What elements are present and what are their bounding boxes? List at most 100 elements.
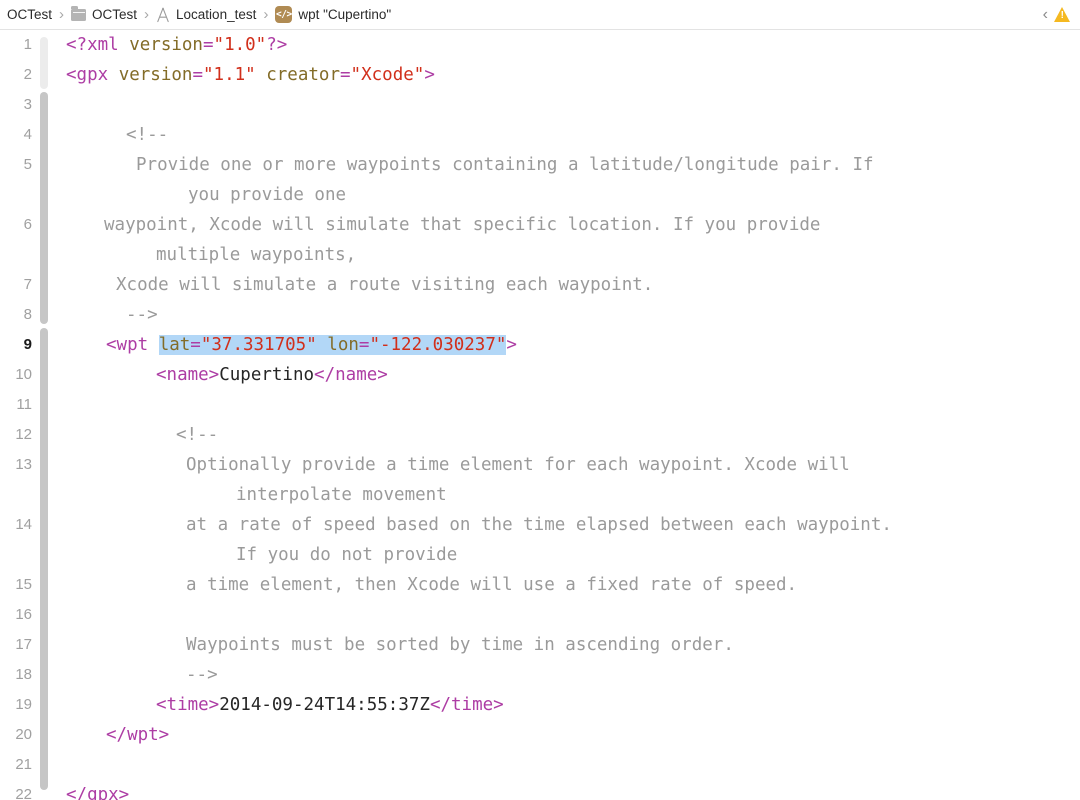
line-content: a time element, then Xcode will use a fi…: [36, 570, 1080, 600]
code-token: lon: [327, 335, 359, 355]
line-number: 6: [23, 216, 32, 233]
line-number: 21: [15, 756, 32, 773]
code-token: =: [190, 335, 201, 355]
code-token: <!--: [126, 125, 169, 145]
code-line-row[interactable]: 19 <time>2014-09-24T14:55:37Z</time>: [0, 690, 1080, 720]
code-token: -->: [126, 305, 158, 325]
warning-triangle-icon[interactable]: [1054, 7, 1070, 22]
code-line-row[interactable]: 16: [0, 600, 1080, 630]
code-line-row[interactable]: 5 Provide one or more waypoints containi…: [0, 150, 1080, 210]
code-line-row[interactable]: 18 -->: [0, 660, 1080, 690]
code-line-row[interactable]: 13 Optionally provide a time element for…: [0, 450, 1080, 510]
line-number: 1: [23, 36, 32, 53]
code-line-row[interactable]: 12 <!--: [0, 420, 1080, 450]
breadcrumb-label-project: OCTest: [7, 6, 53, 22]
code-token: lat: [158, 335, 191, 355]
line-number-current: 9: [23, 336, 32, 353]
breadcrumb-item-project[interactable]: OCTest: [4, 4, 55, 26]
code-token: 2014-09-24T14:55:37Z: [219, 695, 430, 715]
line-number: 7: [23, 276, 32, 293]
code-token: =: [340, 65, 351, 85]
code-token: "-122.030237": [369, 335, 507, 355]
line-content: Xcode will simulate a route visiting eac…: [36, 270, 1080, 300]
xcode-target-icon: [156, 7, 170, 23]
line-number: 16: [15, 606, 32, 623]
code-line-row[interactable]: 22 </gpx>: [0, 780, 1080, 800]
code-line-row[interactable]: 2 <gpx version="1.1" creator="Xcode">: [0, 60, 1080, 90]
code-token: =: [192, 65, 203, 85]
code-token: "37.331705": [200, 335, 317, 355]
code-token: </name>: [314, 365, 388, 385]
breadcrumb-label-folder: OCTest: [92, 6, 138, 22]
code-line-row[interactable]: 20 </wpt>: [0, 720, 1080, 750]
folder-icon: [71, 6, 87, 21]
line-number: 5: [23, 156, 32, 173]
code-token: waypoint, Xcode will simulate that speci…: [104, 215, 821, 235]
line-content: <gpx version="1.1" creator="Xcode">: [36, 60, 1080, 90]
breadcrumb-item-symbol[interactable]: </> wpt "Cupertino": [272, 4, 394, 26]
code-line-row[interactable]: 11: [0, 390, 1080, 420]
code-line-row[interactable]: 15 a time element, then Xcode will use a…: [0, 570, 1080, 600]
line-content: Waypoints must be sorted by time in asce…: [36, 630, 1080, 660]
code-line-row[interactable]: 6 waypoint, Xcode will simulate that spe…: [0, 210, 1080, 270]
code-token: version: [129, 35, 203, 55]
code-token: Optionally provide a time element for ea…: [186, 455, 850, 475]
chevron-left-icon[interactable]: ‹: [1043, 6, 1054, 23]
breadcrumb-label-symbol: wpt "Cupertino": [298, 6, 392, 22]
code-line-row-current[interactable]: 9 <wpt lat="37.331705" lon="-122.030237"…: [0, 330, 1080, 360]
line-content: <time>2014-09-24T14:55:37Z</time>: [36, 690, 1080, 720]
breadcrumb-item-file[interactable]: Location_test: [153, 4, 259, 26]
code-token: you provide one: [188, 185, 347, 205]
code-line-row[interactable]: 14 at a rate of speed based on the time …: [0, 510, 1080, 570]
line-number: 20: [15, 726, 32, 743]
code-token: "Xcode": [350, 65, 425, 85]
code-token: a time element, then Xcode will use a fi…: [186, 575, 798, 595]
line-number: 14: [15, 516, 32, 533]
line-number: 22: [15, 786, 32, 800]
code-token: </time>: [429, 695, 504, 715]
code-line-row[interactable]: 7 Xcode will simulate a route visiting e…: [0, 270, 1080, 300]
line-content: <!--: [36, 120, 1080, 150]
code-token: "1.1": [203, 65, 256, 85]
code-token: </gpx>: [66, 785, 130, 800]
code-line-row[interactable]: 10 <name>Cupertino</name>: [0, 360, 1080, 390]
code-line-row[interactable]: 3: [0, 90, 1080, 120]
code-token: <gpx: [66, 65, 119, 85]
line-number: 8: [23, 306, 32, 323]
code-token: Xcode will simulate a route visiting eac…: [116, 275, 654, 295]
code-badge-icon: </>: [275, 6, 293, 23]
code-token: <?xml: [66, 35, 130, 55]
line-content: -->: [36, 660, 1080, 690]
breadcrumb-item-folder[interactable]: OCTest: [68, 4, 140, 26]
line-content: <wpt lat="37.331705" lon="-122.030237">: [36, 330, 1080, 360]
line-content: </gpx>: [36, 780, 1080, 800]
line-number: 2: [23, 66, 32, 83]
code-token: creator: [266, 65, 340, 85]
line-content: <!--: [36, 420, 1080, 450]
code-line-row[interactable]: 17 Waypoints must be sorted by time in a…: [0, 630, 1080, 660]
code-token: -->: [186, 665, 218, 685]
line-content: Optionally provide a time element for ea…: [36, 450, 1080, 510]
line-content: at a rate of speed based on the time ela…: [36, 510, 1080, 570]
code-token: =: [202, 35, 214, 55]
code-token: ?>: [266, 35, 288, 55]
code-token: <wpt: [106, 335, 159, 355]
code-line-row[interactable]: 4 <!--: [0, 120, 1080, 150]
line-content: <?xml version="1.0"?>: [36, 30, 1080, 60]
code-token: Cupertino: [219, 365, 315, 385]
code-line-row[interactable]: 8 -->: [0, 300, 1080, 330]
code-line-row[interactable]: 1 <?xml version="1.0"?>: [0, 30, 1080, 60]
breadcrumb-label-file: Location_test: [176, 6, 257, 22]
code-token: version: [118, 65, 193, 85]
code-editor[interactable]: 1 <?xml version="1.0"?> 2 <gpx version="…: [0, 30, 1080, 800]
selected-attributes[interactable]: lat="37.331705" lon="-122.030237": [158, 335, 507, 355]
line-number: 17: [15, 636, 32, 653]
breadcrumb-separator: ›: [144, 6, 150, 23]
line-number: 19: [15, 696, 32, 713]
code-token: If you do not provide: [236, 545, 458, 565]
code-token: at a rate of speed based on the time ela…: [186, 515, 892, 535]
code-line-row[interactable]: 21: [0, 750, 1080, 780]
line-number: 18: [15, 666, 32, 683]
line-number: 13: [15, 456, 32, 473]
